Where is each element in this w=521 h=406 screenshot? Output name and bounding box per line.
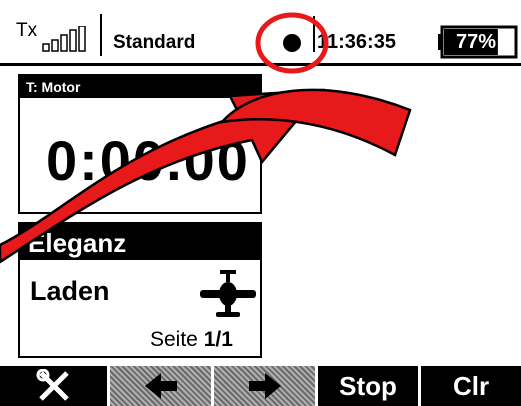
record-indicator-icon — [283, 34, 301, 52]
timer-title: T: Motor — [20, 76, 260, 98]
battery-percent: 77% — [456, 31, 497, 53]
timer-panel[interactable]: T: Motor 0:00.00 — [18, 74, 262, 214]
load-label[interactable]: Laden — [30, 276, 110, 307]
status-bar: Tx Standard 11:36:35 77% — [0, 0, 521, 70]
airplane-icon — [200, 270, 256, 317]
arrow-right-icon — [248, 373, 281, 399]
model-name[interactable]: Standard — [113, 32, 195, 54]
right-softkey[interactable] — [214, 366, 315, 406]
page-label: Seite — [150, 328, 198, 351]
clock: 11:36:35 — [317, 31, 396, 53]
status-divider — [100, 14, 102, 56]
left-softkey[interactable] — [110, 366, 211, 406]
status-separator — [0, 63, 521, 66]
model-panel[interactable]: Eleganz Laden Seite 1/1 — [18, 222, 262, 358]
softkey-bar: Stop Clr — [0, 366, 521, 406]
transmitter-label: Tx — [16, 20, 38, 41]
status-divider — [313, 16, 315, 52]
signal-strength-icon — [42, 26, 86, 52]
settings-softkey[interactable] — [0, 366, 107, 406]
timer-value: 0:00.00 — [46, 129, 250, 192]
page-info: Seite 1/1 — [150, 328, 233, 352]
page-value: 1/1 — [203, 328, 233, 351]
stop-button[interactable]: Stop — [318, 366, 418, 406]
wrench-screwdriver-icon — [36, 369, 69, 401]
model-title: Eleganz — [20, 224, 260, 260]
clear-button[interactable]: Clr — [421, 366, 521, 406]
arrow-left-icon — [144, 373, 177, 399]
